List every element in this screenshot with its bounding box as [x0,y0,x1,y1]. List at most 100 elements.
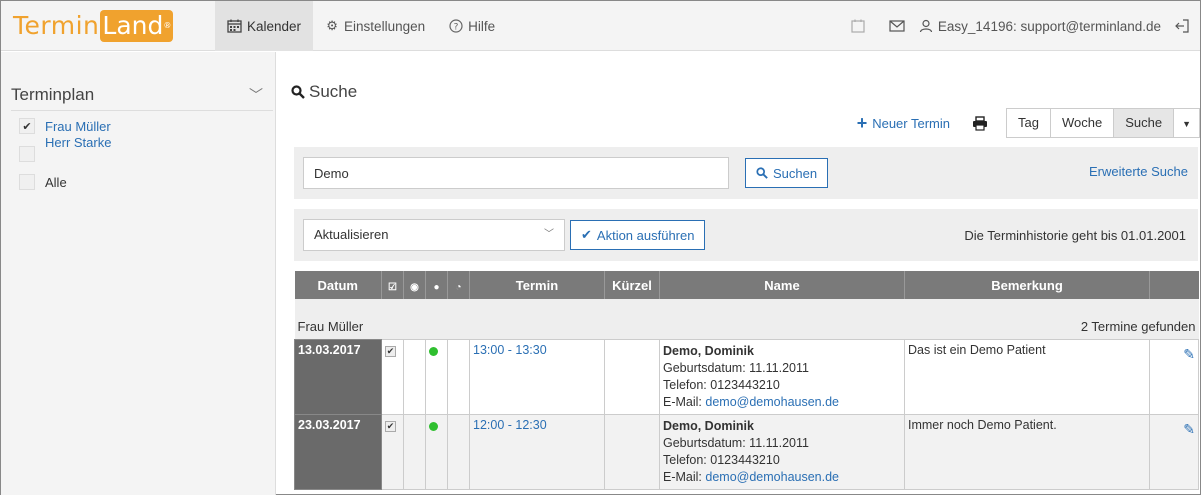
sidebar: Terminplan ﹀ ✔ Frau Müller Herr Starke A… [1,52,276,495]
view-toolbar: + Neuer Termin Tag Woche Suche ▼ [857,108,1200,138]
edit-icon[interactable]: ✎ [1183,421,1195,438]
row-checkbox-cell[interactable]: ✔ [381,338,404,415]
col-edit [1149,271,1199,299]
col-termin[interactable]: Termin [469,271,605,299]
col-kuerzel[interactable]: Kürzel [604,271,660,299]
patient-email: E-Mail: demo@demohausen.de [663,394,840,409]
nav-hilfe[interactable]: ? Hilfe [437,1,507,51]
row-date: 13.03.2017 [294,338,382,415]
checkbox-icon: ☑ [388,281,397,293]
caret-down-icon: ▼ [1182,119,1191,129]
patient-email: E-Mail: demo@demohausen.de [663,469,840,484]
row-name: Demo, Dominik Geburtsdatum: 11.11.2011 T… [659,338,905,415]
checkbox-checked[interactable]: ✔ [385,345,396,357]
email-link[interactable]: demo@demohausen.de [705,470,839,484]
col-datum[interactable]: Datum [294,271,382,299]
status-dot [429,346,438,356]
chevron-down-icon: ﹀ [544,229,554,240]
row-date: 23.03.2017 [294,413,382,490]
action-select[interactable]: Aktualisieren ﹀ [303,219,565,251]
calendar-icon [227,19,242,33]
group-row: Frau Müller 2 Termine gefunden [294,299,1199,339]
circle-dot-icon: ◉ [410,281,419,293]
search-bar: Suchen Erweiterte Suche [294,147,1198,199]
col-status-3[interactable]: ◔ [447,271,470,299]
col-name[interactable]: Name [659,271,905,299]
checkbox[interactable] [19,174,35,190]
plus-icon: + [856,112,868,133]
row-clock-cell [447,338,470,415]
sidebar-divider [11,110,273,111]
search-input[interactable] [303,157,729,189]
col-check[interactable]: ☑ [381,271,404,299]
checkbox[interactable] [19,146,35,162]
group-count: 2 Termine gefunden [469,299,1199,339]
top-bar: Termin Land® Kalender ⚙ Einstellungen ? … [1,1,1200,51]
results-table: Datum ☑ ◉ ● ◔ Termin Kürzel Name Bemerku… [294,271,1199,495]
sidebar-item-herr-starke[interactable]: Herr Starke [19,135,111,162]
page-title: Suche [291,82,357,102]
sidebar-item-frau-mueller[interactable]: ✔ Frau Müller [19,118,111,134]
row-name: Demo, Dominik Geburtsdatum: 11.11.2011 T… [659,413,905,490]
row-kuerzel [604,338,660,415]
circle-icon: ● [433,281,440,293]
execute-action-button[interactable]: ✔ Aktion ausführen [570,220,706,250]
logout-icon[interactable] [1175,19,1190,33]
main-content: Suche + Neuer Termin Tag Woche Suche ▼ S… [277,52,1200,495]
action-bar: Aktualisieren ﹀ ✔ Aktion ausführen Die T… [294,209,1198,261]
row-edit-cell: ✎ [1149,413,1199,490]
table-row[interactable]: 13.03.2017 ✔ 13:00 - 13:30 Demo, Dominik… [294,338,1199,415]
group-name: Frau Müller [294,299,470,339]
print-icon[interactable] [972,115,988,131]
view-suche-button[interactable]: Suche [1114,109,1175,137]
user-account[interactable]: Easy_14196: support@terminland.de [919,19,1161,34]
search-icon [291,85,305,99]
row-checkbox-cell[interactable]: ✔ [381,413,404,490]
patient-name: Demo, Dominik [663,343,754,358]
patient-phone: Telefon: 0123443210 [663,452,780,467]
row-status-dot-cell [425,413,448,490]
user-nav: Easy_14196: support@terminland.de [851,1,1190,51]
status-dot [429,421,438,431]
col-status-1[interactable]: ◉ [403,271,426,299]
email-link[interactable]: demo@demohausen.de [705,395,839,409]
row-remark: Immer noch Demo Patient. [904,413,1150,490]
checkbox-checked[interactable]: ✔ [19,118,35,134]
row-time-link[interactable]: 13:00 - 13:30 [469,338,605,415]
row-status-dot-cell [425,338,448,415]
search-button[interactable]: Suchen [745,158,829,188]
edit-icon[interactable]: ✎ [1183,346,1195,363]
main-nav: Kalender ⚙ Einstellungen ? Hilfe [215,1,507,51]
row-time-link[interactable]: 12:00 - 12:30 [469,413,605,490]
calendar-outline-icon[interactable] [851,19,865,33]
advanced-search-link[interactable]: Erweiterte Suche [1089,164,1188,179]
svg-text:?: ? [454,23,459,33]
table-row[interactable]: 23.03.2017 ✔ 12:00 - 12:30 Demo, Dominik… [294,413,1199,490]
col-status-2[interactable]: ● [425,271,448,299]
user-icon [919,19,933,33]
search-icon [756,167,768,179]
patient-birthdate: Geburtsdatum: 11.11.2011 [663,435,809,450]
col-bemerkung[interactable]: Bemerkung [904,271,1150,299]
patient-phone: Telefon: 0123443210 [663,377,780,392]
row-edit-cell: ✎ [1149,338,1199,415]
checkbox-checked[interactable]: ✔ [385,420,396,432]
nav-kalender[interactable]: Kalender [215,1,314,51]
table-header: Datum ☑ ◉ ● ◔ Termin Kürzel Name Bemerku… [294,271,1199,299]
row-clock-cell [447,413,470,490]
history-note: Die Terminhistorie geht bis 01.01.2001 [964,228,1186,243]
view-switcher: Tag Woche Suche ▼ [1006,108,1200,138]
clock-icon: ◔ [455,281,462,293]
new-appointment-button[interactable]: + Neuer Termin [856,112,950,133]
check-icon: ✔ [581,227,592,242]
mail-icon[interactable] [889,20,905,32]
view-woche-button[interactable]: Woche [1050,109,1115,137]
view-dropdown-button[interactable]: ▼ [1174,109,1199,137]
sidebar-item-alle[interactable]: Alle [19,174,67,190]
help-icon: ? [449,19,463,33]
terminland-logo[interactable]: Termin Land® [13,10,174,42]
nav-einstellungen[interactable]: ⚙ Einstellungen [313,1,437,51]
view-tag-button[interactable]: Tag [1007,109,1051,137]
row-kuerzel [604,413,660,490]
chevron-down-icon[interactable]: ﹀ [249,85,263,105]
